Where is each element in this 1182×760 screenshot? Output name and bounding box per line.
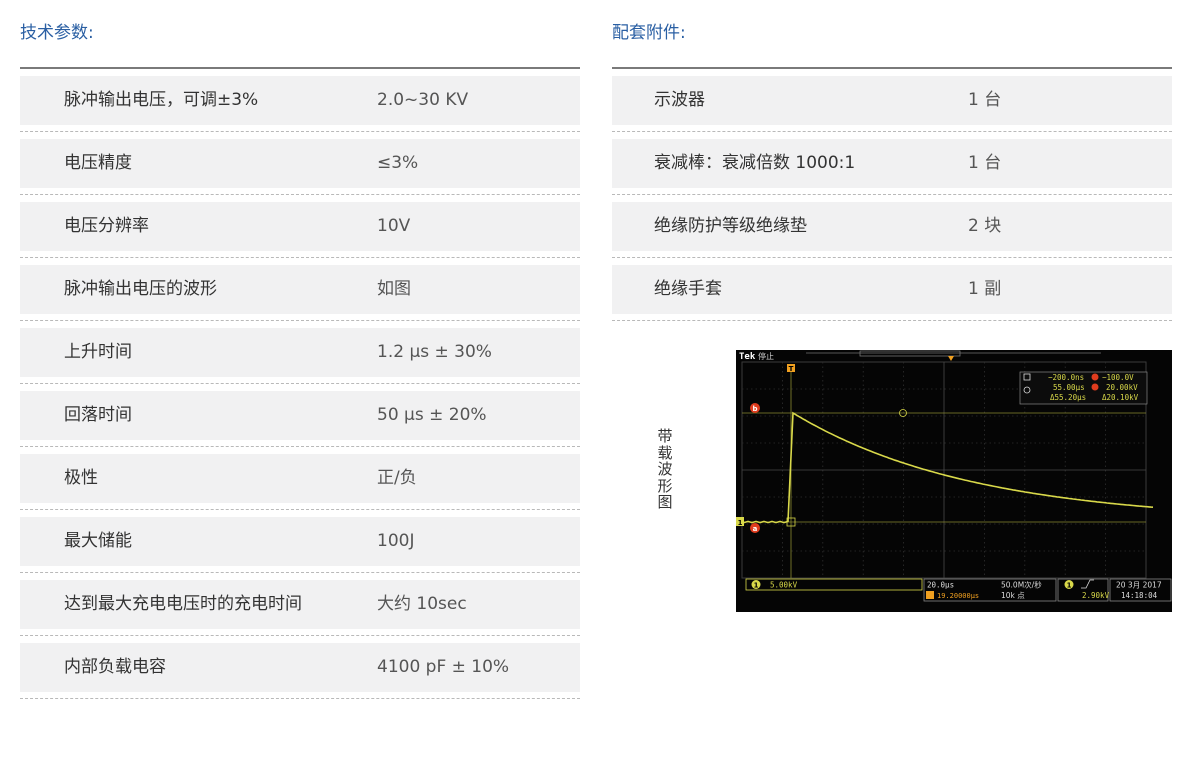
row-label: 脉冲输出电压的波形 <box>64 279 217 299</box>
row-value: 正/负 <box>377 468 417 488</box>
row-value: 如图 <box>377 279 411 299</box>
ch1-badge-label: 1 <box>754 582 759 590</box>
table-row: 绝缘手套 1 副 <box>612 258 1172 321</box>
table-row: 电压分辨率 10V <box>20 195 580 258</box>
accessories-table: 示波器 1 台衰减棒：衰减倍数 1000:1 1 台绝缘防护等级绝缘垫 2 块绝缘手套… <box>612 69 1172 321</box>
table-row: 上升时间 1.2 µs ± 30% <box>20 321 580 384</box>
trigger-position-marker <box>948 356 954 361</box>
row-label: 脉冲输出电压，可调±3% <box>64 90 259 110</box>
caption-char: 带 <box>657 427 673 445</box>
scope-date: 20 3月 2017 <box>1116 581 1162 590</box>
row-label: 达到最大充电电压时的充电时间 <box>64 594 302 614</box>
trigger-marker-label: T <box>789 365 794 373</box>
brand-logo: Tek <box>739 352 756 362</box>
trigger-pos-icon <box>926 591 934 599</box>
table-row: 最大储能 100J <box>20 510 580 573</box>
row-value: ≤3% <box>377 153 419 173</box>
cursor-r1-volt: −100.0V <box>1102 373 1134 382</box>
cursor-delta-volt: Δ20.10kV <box>1102 393 1139 402</box>
cursor-delta-time: Δ55.20µs <box>1050 393 1086 402</box>
record-length: 10k 点 <box>1001 591 1025 600</box>
cursor-a-marker-label: a <box>753 525 758 533</box>
row-label: 内部负载电容 <box>64 657 166 677</box>
specs-title: 技术参数: <box>20 23 94 43</box>
table-row: 内部负载电容 4100 pF ± 10% <box>20 636 580 699</box>
table-row: 达到最大充电电压时的充电时间 大约 10sec <box>20 573 580 636</box>
row-value: 2.0~30 KV <box>377 90 469 110</box>
scope-state: 停止 <box>758 351 774 361</box>
cursor-r2-time: 55.00µs <box>1053 383 1085 392</box>
row-value: 1 台 <box>968 90 1002 110</box>
row-label: 电压精度 <box>64 153 132 173</box>
row-value: 50 µs ± 20% <box>377 405 487 425</box>
row-value: 10V <box>377 216 411 236</box>
trigger-level: 2.90kV <box>1082 591 1110 600</box>
row-label: 绝缘手套 <box>654 279 722 299</box>
caption-char: 形 <box>657 476 673 495</box>
row-label: 极性 <box>64 468 98 488</box>
accessories-title: 配套附件: <box>612 23 686 43</box>
cursor-b-badge <box>1091 383 1099 391</box>
row-value: 2 块 <box>968 216 1002 236</box>
ch1-ground-marker-label: 1 <box>738 519 743 527</box>
row-label: 衰减棒：衰减倍数 1000:1 <box>654 153 856 173</box>
row-label: 示波器 <box>654 90 705 110</box>
timebase: 20.0µs <box>927 581 954 590</box>
oscilloscope-svg: Tek 停止 −200.0ns −100.0V 55.00µs 20.00kV … <box>736 350 1172 602</box>
table-row: 绝缘防护等级绝缘垫 2 块 <box>612 195 1172 258</box>
cursor-r2-volt: 20.00kV <box>1106 383 1138 392</box>
ch1-scale: 5.00kV <box>770 581 798 590</box>
row-label: 电压分辨率 <box>64 216 149 236</box>
trigger-ch1-badge-label: 1 <box>1067 582 1072 590</box>
row-value: 1.2 µs ± 30% <box>377 342 492 362</box>
cursor-b-marker-label: b <box>752 405 757 413</box>
table-row: 示波器 1 台 <box>612 69 1172 132</box>
sample-rate: 50.0M次/秒 <box>1001 580 1042 590</box>
row-value: 大约 10sec <box>377 594 467 614</box>
table-row: 脉冲输出电压，可调±3% 2.0~30 KV <box>20 69 580 132</box>
row-label: 最大储能 <box>64 531 132 551</box>
caption-char: 载 <box>657 443 673 462</box>
cursor-a-badge <box>1091 373 1099 381</box>
rising-edge-icon <box>1081 579 1094 589</box>
row-label: 上升时间 <box>64 342 132 362</box>
specs-table: 脉冲输出电压，可调±3% 2.0~30 KV 电压精度 ≤3% 电压分辨率 10V 脉冲输出… <box>20 69 580 699</box>
row-background <box>20 454 580 503</box>
oscilloscope-screen: Tek 停止 −200.0ns −100.0V 55.00µs 20.00kV … <box>736 350 1172 612</box>
table-row: 电压精度 ≤3% <box>20 132 580 195</box>
scope-time: 14:18:04 <box>1121 591 1158 600</box>
table-row: 极性 正/负 <box>20 447 580 510</box>
caption-char: 图 <box>657 493 673 511</box>
row-value: 1 副 <box>968 279 1002 299</box>
row-value: 100J <box>377 531 415 551</box>
row-label: 绝缘防护等级绝缘垫 <box>654 216 807 236</box>
table-row: 衰减棒：衰减倍数 1000:1 1 台 <box>612 132 1172 195</box>
row-label: 回落时间 <box>64 405 132 425</box>
table-row: 脉冲输出电压的波形 如图 <box>20 258 580 321</box>
row-value: 4100 pF ± 10% <box>377 657 510 677</box>
waveform-trace <box>743 411 1154 524</box>
waveform-caption: 带载波形图 <box>655 428 675 511</box>
cursor-r1-time: −200.0ns <box>1048 373 1084 382</box>
row-value: 1 台 <box>968 153 1002 173</box>
trigger-position: 19.20000µs <box>937 592 979 600</box>
caption-char: 波 <box>657 460 673 478</box>
table-row: 回落时间 50 µs ± 20% <box>20 384 580 447</box>
